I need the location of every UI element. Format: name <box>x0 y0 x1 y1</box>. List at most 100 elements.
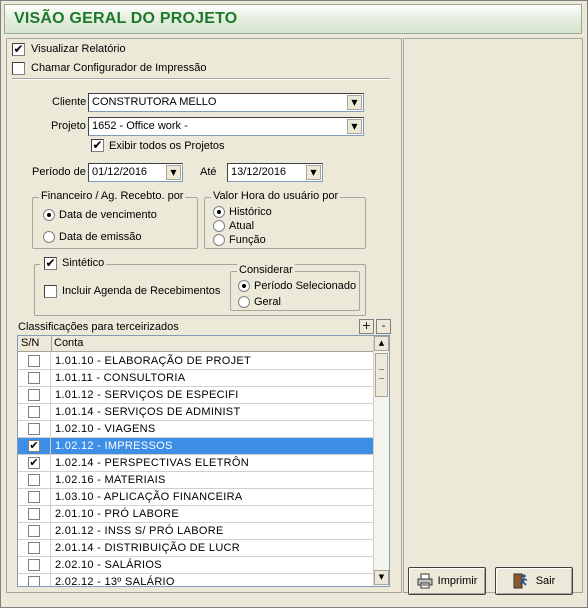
chevron-down-icon[interactable]: ▼ <box>306 165 321 180</box>
scroll-up-icon[interactable]: ▲ <box>374 336 389 351</box>
projeto-value: 1652 - Office work - <box>92 120 188 132</box>
scroll-down-icon[interactable]: ▼ <box>374 570 389 585</box>
add-classificacao-button[interactable]: + <box>359 319 374 334</box>
imprimir-label: Imprimir <box>437 575 478 587</box>
ate-label: Até <box>200 166 217 178</box>
chevron-down-icon[interactable]: ▼ <box>347 119 362 134</box>
data-emissao-radio[interactable] <box>43 231 55 243</box>
periodo-ate-value: 13/12/2016 <box>231 166 287 178</box>
conta-cell: 2.02.12 - 13º SALÁRIO <box>55 576 175 587</box>
classificacoes-grid[interactable]: S/N Conta 1.01.10 - ELABORAÇÃO DE PROJET… <box>17 335 390 587</box>
periodo-selecionado-radio[interactable] <box>238 280 250 292</box>
table-row[interactable]: 1.01.14 - SERVIÇOS DE ADMINIST <box>18 404 374 421</box>
conta-cell: 1.01.12 - SERVIÇOS DE ESPECIFI <box>55 389 239 401</box>
row-checkbox[interactable] <box>28 372 40 384</box>
projeto-label: Projeto <box>51 120 86 132</box>
table-row[interactable]: 2.02.12 - 13º SALÁRIO <box>18 574 374 587</box>
table-row[interactable]: 2.01.14 - DISTRIBUIÇÃO DE LUCR <box>18 540 374 557</box>
incluir-agenda-checkbox[interactable] <box>44 285 57 298</box>
cliente-select[interactable]: CONSTRUTORA MELLO ▼ <box>88 93 364 112</box>
conta-cell: 1.01.14 - SERVIÇOS DE ADMINIST <box>55 406 241 418</box>
conta-cell: 2.01.10 - PRÓ LABORE <box>55 508 179 520</box>
conta-cell: 1.01.10 - ELABORAÇÃO DE PROJET <box>55 355 252 367</box>
row-checkbox[interactable] <box>28 559 40 571</box>
row-checkbox[interactable] <box>28 355 40 367</box>
row-checkbox[interactable] <box>28 423 40 435</box>
funcao-radio[interactable] <box>213 234 225 246</box>
periodo-selecionado-label: Período Selecionado <box>254 280 357 292</box>
column-divider <box>51 336 52 352</box>
printer-icon <box>417 573 433 589</box>
sair-button[interactable]: Sair <box>495 567 573 595</box>
remove-classificacao-button[interactable]: - <box>376 319 391 334</box>
historico-label: Histórico <box>229 206 272 218</box>
visualizar-relatorio-checkbox[interactable]: ✔ <box>12 43 25 56</box>
considerar-group-title: Considerar <box>237 264 295 276</box>
column-header-conta[interactable]: Conta <box>54 337 83 349</box>
sintetico-label: Sintético <box>62 257 105 269</box>
conta-cell: 1.02.16 - MATERIAIS <box>55 474 166 486</box>
conta-cell: 2.01.12 - INSS S/ PRÓ LABORE <box>55 525 224 537</box>
column-header-sn[interactable]: S/N <box>21 337 39 349</box>
table-row[interactable]: 1.03.10 - APLICAÇÃO FINANCEIRA <box>18 489 374 506</box>
grid-rows: 1.01.10 - ELABORAÇÃO DE PROJET 1.01.11 - … <box>18 353 374 587</box>
row-checkbox[interactable] <box>28 406 40 418</box>
exibir-todos-checkbox[interactable]: ✔ <box>91 139 104 152</box>
projeto-select[interactable]: 1652 - Office work - ▼ <box>88 117 364 136</box>
exibir-todos-label: Exibir todos os Projetos <box>109 140 225 152</box>
sintetico-checkbox[interactable]: ✔ <box>44 257 57 270</box>
funcao-label: Função <box>229 234 266 246</box>
sn-cell <box>18 523 51 539</box>
row-checkbox[interactable] <box>28 542 40 554</box>
conta-cell: 1.01.11 - CONSULTORIA <box>55 372 186 384</box>
atual-radio[interactable] <box>213 220 225 232</box>
table-row[interactable]: 1.01.12 - SERVIÇOS DE ESPECIFI <box>18 387 374 404</box>
table-row[interactable]: ✔ 1.02.12 - IMPRESSOS <box>18 438 374 455</box>
sn-cell <box>18 540 51 556</box>
periodo-ate-datepicker[interactable]: 13/12/2016 ▼ <box>227 163 323 182</box>
classificacoes-title: Classificações para terceirizados <box>18 321 179 333</box>
table-row[interactable]: 1.02.16 - MATERIAIS <box>18 472 374 489</box>
row-checkbox[interactable] <box>28 491 40 503</box>
row-checkbox[interactable] <box>28 525 40 537</box>
grid-header: S/N Conta <box>18 336 374 352</box>
actions-panel <box>403 38 583 593</box>
historico-radio[interactable] <box>213 206 225 218</box>
chamar-configurador-checkbox[interactable] <box>12 62 25 75</box>
scroll-thumb[interactable] <box>375 353 388 397</box>
exit-icon <box>513 573 527 589</box>
periodo-de-datepicker[interactable]: 01/12/2016 ▼ <box>88 163 183 182</box>
table-row[interactable]: 2.02.10 - SALÁRIOS <box>18 557 374 574</box>
row-checkbox[interactable] <box>28 389 40 401</box>
table-row[interactable]: 2.01.10 - PRÓ LABORE <box>18 506 374 523</box>
sn-cell <box>18 574 51 586</box>
table-row[interactable]: 1.02.10 - VIAGENS <box>18 421 374 438</box>
conta-cell: 1.02.12 - IMPRESSOS <box>55 440 173 452</box>
sn-cell: ✔ <box>18 455 51 471</box>
conta-cell: 1.02.14 - PERSPECTIVAS ELETRÔN <box>55 457 250 469</box>
sn-cell <box>18 489 51 505</box>
vertical-scrollbar[interactable]: ▲ ▼ <box>373 336 389 586</box>
data-vencimento-label: Data de vencimento <box>59 209 157 221</box>
table-row[interactable]: ✔ 1.02.14 - PERSPECTIVAS ELETRÔN <box>18 455 374 472</box>
table-row[interactable]: 1.01.11 - CONSULTORIA <box>18 370 374 387</box>
imprimir-button[interactable]: Imprimir <box>408 567 486 595</box>
incluir-agenda-label: Incluir Agenda de Recebimentos <box>62 285 221 297</box>
table-row[interactable]: 2.01.12 - INSS S/ PRÓ LABORE <box>18 523 374 540</box>
chevron-down-icon[interactable]: ▼ <box>347 95 362 110</box>
data-vencimento-radio[interactable] <box>43 209 55 221</box>
periodo-label: Período de <box>32 166 86 178</box>
table-row[interactable]: 1.01.10 - ELABORAÇÃO DE PROJET <box>18 353 374 370</box>
sair-label: Sair <box>535 575 556 587</box>
row-checkbox[interactable]: ✔ <box>28 457 40 469</box>
row-checkbox[interactable] <box>28 508 40 520</box>
row-checkbox[interactable] <box>28 576 40 586</box>
sn-cell <box>18 404 51 420</box>
geral-radio[interactable] <box>238 296 250 308</box>
row-checkbox[interactable] <box>28 474 40 486</box>
sn-cell <box>18 557 51 573</box>
row-checkbox[interactable]: ✔ <box>28 440 40 452</box>
periodo-de-value: 01/12/2016 <box>92 166 148 178</box>
chamar-configurador-label: Chamar Configurador de Impressão <box>31 62 207 74</box>
chevron-down-icon[interactable]: ▼ <box>166 165 181 180</box>
